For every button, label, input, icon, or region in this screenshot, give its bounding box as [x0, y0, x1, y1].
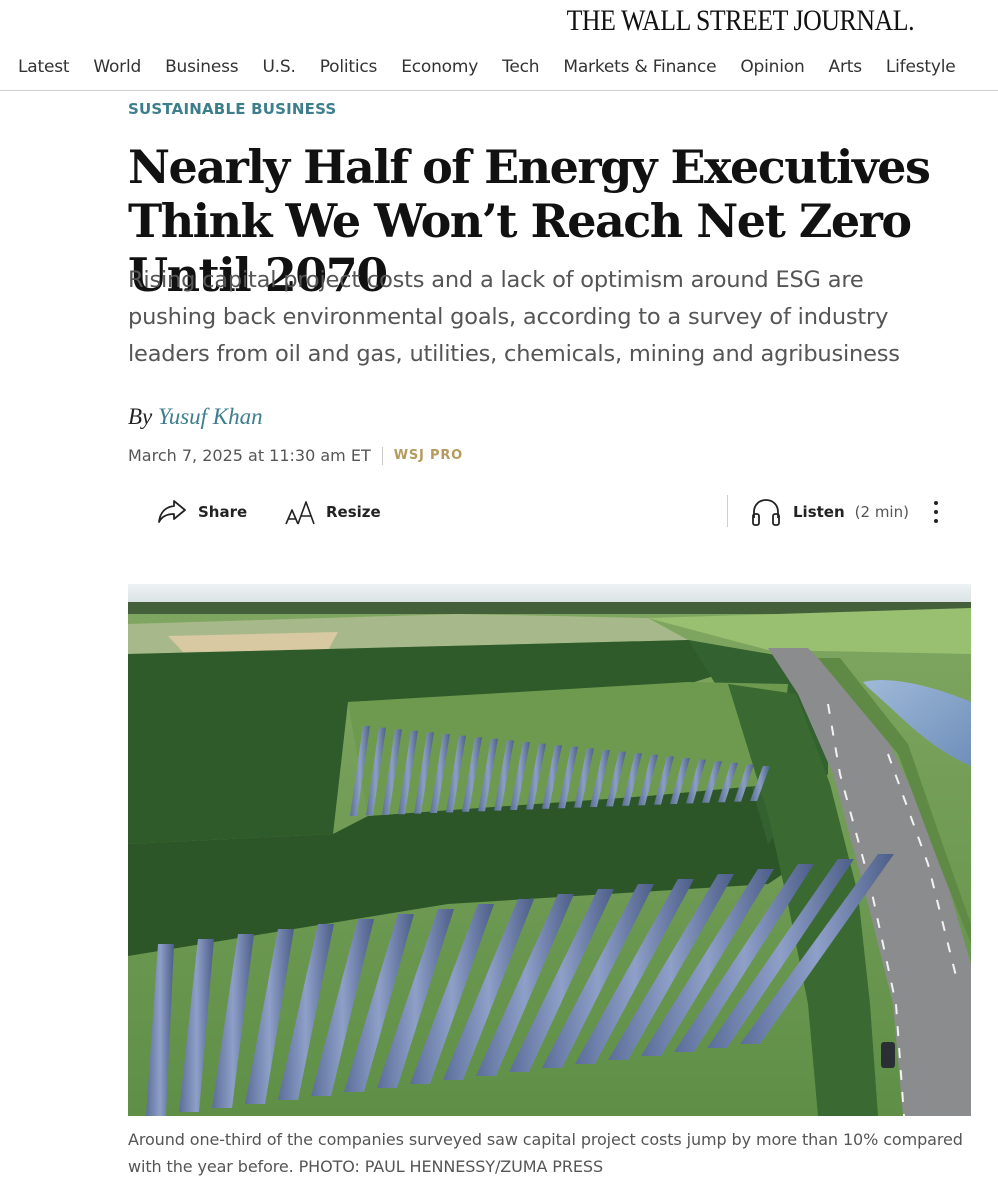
- share-icon: [156, 497, 188, 527]
- author-link[interactable]: Yusuf Khan: [158, 404, 263, 429]
- share-button[interactable]: Share: [156, 490, 247, 534]
- resize-icon: [284, 497, 318, 527]
- resize-label: Resize: [326, 503, 381, 521]
- listen-button[interactable]: Listen (2 min): [750, 490, 909, 534]
- nav-item-politics[interactable]: Politics: [320, 57, 378, 77]
- photo-caption: Around one-third of the companies survey…: [128, 1130, 963, 1176]
- nav-item-arts[interactable]: Arts: [829, 57, 863, 77]
- solar-farm-illustration: [128, 584, 971, 1116]
- nav-item-us[interactable]: U.S.: [262, 57, 295, 77]
- more-options-button[interactable]: [924, 496, 948, 528]
- more-dot: [934, 510, 938, 514]
- nav-item-economy[interactable]: Economy: [401, 57, 478, 77]
- section-kicker[interactable]: SUSTAINABLE BUSINESS: [128, 100, 336, 118]
- byline: By Yusuf Khan: [128, 404, 263, 430]
- dateline-divider: [381, 446, 383, 465]
- wsj-logo[interactable]: THE WALL STREET JOURNAL.: [566, 4, 914, 38]
- masthead: THE WALL STREET JOURNAL.: [0, 0, 998, 44]
- more-dot: [934, 501, 938, 505]
- nav-item-opinion[interactable]: Opinion: [740, 57, 804, 77]
- byline-prefix: By: [128, 404, 153, 429]
- nav-item-world[interactable]: World: [93, 57, 141, 77]
- nav-item-business[interactable]: Business: [165, 57, 239, 77]
- article-dek: Rising capital project costs and a lack …: [128, 267, 900, 367]
- listen-duration: (2 min): [854, 503, 909, 521]
- nav-list: Latest World Business U.S. Politics Econ…: [0, 44, 998, 90]
- nav-item-markets-finance[interactable]: Markets & Finance: [563, 57, 716, 77]
- nav-item-latest[interactable]: Latest: [18, 57, 70, 77]
- listen-label: Listen: [793, 503, 845, 521]
- resize-button[interactable]: Resize: [284, 490, 381, 534]
- nav-item-lifestyle[interactable]: Lifestyle: [886, 57, 956, 77]
- headphones-icon: [750, 496, 782, 528]
- main-nav: Latest World Business U.S. Politics Econ…: [0, 44, 998, 91]
- nav-item-tech[interactable]: Tech: [502, 57, 539, 77]
- share-label: Share: [198, 503, 248, 521]
- publish-date: March 7, 2025 at 11:30 am ET: [128, 446, 371, 465]
- article-toolbar: Share Resize Listen (2 min): [128, 490, 958, 534]
- wsj-pro-tag[interactable]: WSJ PRO: [394, 448, 463, 463]
- dateline: March 7, 2025 at 11:30 am ET WSJ PRO: [128, 446, 463, 465]
- toolbar-divider: [727, 495, 728, 527]
- more-dot: [934, 519, 938, 523]
- article-photo[interactable]: [128, 584, 971, 1116]
